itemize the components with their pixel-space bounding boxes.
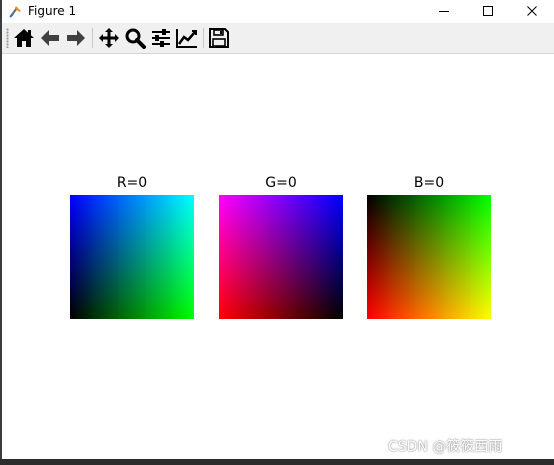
configure-subplots-icon [152,29,170,47]
home-button[interactable] [12,26,36,50]
title-bar[interactable]: Figure 1 [2,0,554,22]
panel-title-r: R=0 [116,175,148,191]
heatmap-canvas [70,195,194,319]
back-arrow-icon [41,30,59,46]
zoom-button[interactable] [123,26,147,50]
maximize-button[interactable] [466,0,510,22]
heatmap-g0[interactable] [219,195,343,319]
save-floppy-icon [209,28,229,48]
forward-arrow-icon [67,30,85,46]
heatmap-b0[interactable] [367,195,491,319]
minimize-icon [439,11,449,12]
toolbar-separator [203,28,204,48]
toolbar-grip [6,28,9,48]
panel-title-b: B=0 [413,175,445,191]
figure-canvas[interactable]: R=0 G=0 B=0 [2,54,554,459]
heatmap-r0[interactable] [70,195,194,319]
forward-button[interactable] [64,26,88,50]
panel-title-g: G=0 [265,175,297,191]
window-border-bottom [0,459,554,465]
toolbar-separator [92,28,93,48]
window-title: Figure 1 [28,4,77,18]
back-button[interactable] [38,26,62,50]
pan-button[interactable] [97,26,121,50]
heatmap-canvas [219,195,343,319]
close-icon [527,6,537,16]
maximize-icon [483,6,493,16]
navigation-toolbar [2,23,554,54]
save-button[interactable] [207,26,231,50]
pan-move-icon [99,28,119,48]
edit-axis-button[interactable] [175,26,199,50]
configure-subplots-button[interactable] [149,26,173,50]
edit-axis-lines-icon [176,29,197,48]
heatmap-canvas [367,195,491,319]
watermark-text: CSDN @筱筱西雨 [388,439,503,455]
home-icon [14,29,34,47]
zoom-magnifier-icon [125,28,146,49]
minimize-button[interactable] [422,0,466,22]
close-button[interactable] [510,0,554,22]
matplotlib-app-icon [8,3,24,19]
